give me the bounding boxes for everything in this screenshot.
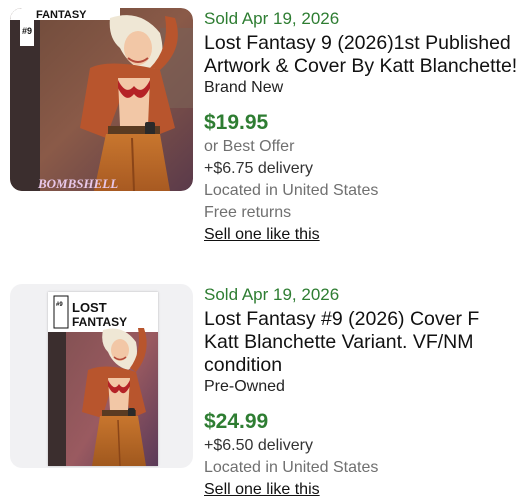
sold-status: Sold Apr 19, 2026 xyxy=(204,284,518,306)
sold-listing[interactable]: #9 LOST FANTASY Sold Apr 19, 2026 Lost F… xyxy=(0,276,526,500)
delivery-cost: +$6.50 delivery xyxy=(204,437,313,454)
returns-policy: Free returns xyxy=(204,204,292,221)
listing-title[interactable]: Lost Fantasy #9 (2026) Cover F Katt Blan… xyxy=(204,308,518,377)
listing-thumbnail[interactable]: #9 LOST FANTASY xyxy=(10,284,193,468)
cover-logo: FANTASY xyxy=(36,9,87,21)
item-location: Located in United States xyxy=(204,459,379,476)
comic-cover-image: FANTASY #9 BOMBSHELL xyxy=(10,8,193,191)
cover-issue-badge: #9 xyxy=(56,302,63,308)
sell-one-like-this-link[interactable]: Sell one like this xyxy=(204,224,320,246)
sold-date: Apr 19, 2026 xyxy=(241,285,340,304)
listing-details: Sold Apr 19, 2026 Lost Fantasy 9 (2026)1… xyxy=(204,8,518,246)
cover-watermark-text: BOMBSHELL xyxy=(37,176,118,191)
sold-status: Sold Apr 19, 2026 xyxy=(204,8,518,30)
comic-cover-image: #9 LOST FANTASY xyxy=(48,292,158,466)
cover-issue-badge: #9 xyxy=(22,26,32,36)
cover-art-illustration: #9 LOST FANTASY xyxy=(48,292,158,466)
listing-title[interactable]: Lost Fantasy 9 (2026)1st Published Artwo… xyxy=(204,32,518,78)
cover-logo-line-1: LOST xyxy=(72,300,107,315)
item-location: Located in United States xyxy=(204,182,379,199)
sold-label: Sold xyxy=(204,285,239,304)
sell-one-like-this-link[interactable]: Sell one like this xyxy=(204,479,320,500)
sold-listing[interactable]: FANTASY #9 BOMBSHELL Sold Apr 19, 2026 L… xyxy=(0,0,526,270)
item-condition: Brand New xyxy=(204,79,284,96)
cover-logo-line-2: FANTASY xyxy=(72,315,127,329)
item-condition: Pre-Owned xyxy=(204,378,285,395)
sold-date: Apr 19, 2026 xyxy=(241,9,340,28)
sold-label: Sold xyxy=(204,9,239,28)
cover-art-illustration: FANTASY #9 BOMBSHELL xyxy=(10,8,193,191)
delivery-cost: +$6.75 delivery xyxy=(204,160,313,177)
listing-thumbnail[interactable]: FANTASY #9 BOMBSHELL xyxy=(10,8,193,191)
sold-price: $24.99 xyxy=(204,410,269,433)
listing-details: Sold Apr 19, 2026 Lost Fantasy #9 (2026)… xyxy=(204,284,518,500)
sold-price: $19.95 xyxy=(204,111,269,134)
best-offer-note: or Best Offer xyxy=(204,138,295,155)
